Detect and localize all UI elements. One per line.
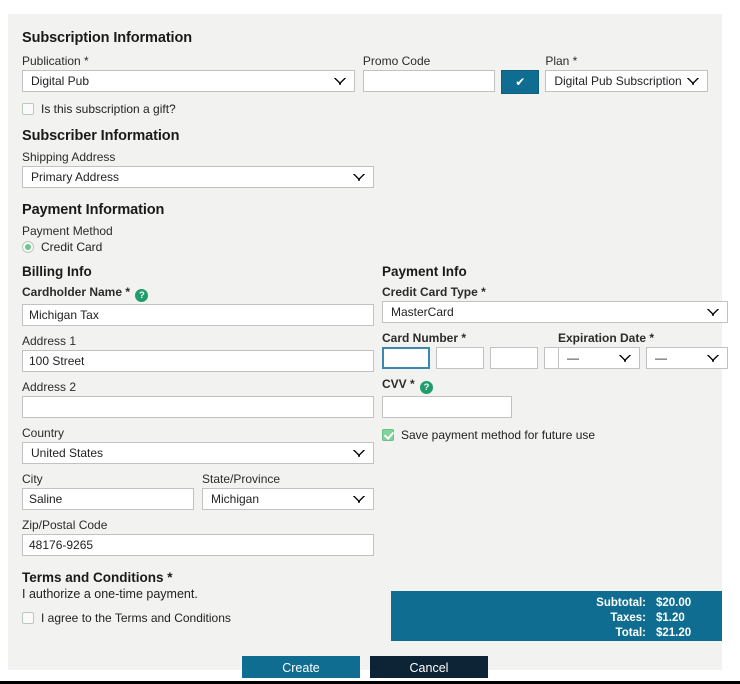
state-label: State/Province: [202, 472, 281, 486]
city-state-row: City State/Province Michigan: [22, 472, 374, 510]
state-select[interactable]: Michigan: [202, 488, 374, 510]
address1-group: Address 1: [22, 334, 374, 372]
create-button[interactable]: Create: [242, 656, 360, 678]
publication-field-group: Publication * Digital Pub: [22, 54, 355, 94]
cardholder-name-label-text: Cardholder Name *: [22, 285, 131, 299]
promo-field-group: Promo Code: [362, 54, 496, 94]
cardholder-name-group: Cardholder Name * ?: [22, 285, 374, 326]
taxes-label: Taxes:: [610, 612, 646, 624]
expiration-selects: — —: [558, 347, 728, 369]
zip-group: Zip/Postal Code: [22, 518, 374, 556]
shipping-address-label: Shipping Address: [22, 150, 116, 164]
promo-apply-wrap: ✔: [501, 54, 540, 94]
credit-card-radio[interactable]: [22, 241, 34, 253]
subscription-information-heading: Subscription Information: [22, 30, 192, 46]
plan-select[interactable]: Digital Pub Subscription Plan, $: [545, 70, 708, 92]
city-label: City: [22, 472, 43, 486]
subscriber-information-heading: Subscriber Information: [22, 128, 180, 144]
publication-select[interactable]: Digital Pub: [22, 70, 355, 92]
cardholder-name-label: Cardholder Name * ?: [22, 285, 374, 302]
country-label: Country: [22, 426, 65, 440]
save-payment-method-checkbox[interactable]: [382, 429, 394, 441]
subtotal-line: Subtotal: $20.00: [391, 596, 708, 611]
plan-label: Plan *: [545, 54, 578, 68]
gift-checkbox-row[interactable]: Is this subscription a gift?: [22, 102, 708, 116]
card-number-group: Card Number *: [382, 331, 592, 369]
subscription-fields-row: Publication * Digital Pub Promo Code ✔ P…: [22, 54, 708, 94]
address1-input[interactable]: [22, 350, 374, 372]
card-number-part-3[interactable]: [490, 347, 538, 369]
save-payment-method-label: Save payment method for future use: [401, 428, 596, 442]
billing-info-heading: Billing Info: [22, 264, 92, 279]
taxes-value: $1.20: [656, 612, 685, 624]
city-input[interactable]: [22, 488, 194, 510]
expiration-month-select[interactable]: —: [558, 347, 640, 369]
subtotal-label: Subtotal:: [596, 597, 646, 609]
cvv-label: CVV * ?: [382, 377, 512, 394]
country-group: Country United States: [22, 426, 374, 464]
expiration-date-label: Expiration Date *: [558, 331, 655, 345]
form-actions: Create Cancel: [22, 656, 708, 678]
card-number-inputs: [382, 347, 592, 369]
payment-method-label: Payment Method: [22, 224, 113, 238]
credit-card-type-label: Credit Card Type *: [382, 285, 486, 299]
gift-checkbox-label: Is this subscription a gift?: [41, 102, 176, 116]
gift-checkbox[interactable]: [22, 103, 34, 115]
country-select[interactable]: United States: [22, 442, 374, 464]
plan-field-group: Plan * Digital Pub Subscription Plan, $: [545, 54, 708, 94]
publication-label: Publication *: [22, 54, 89, 68]
address2-group: Address 2: [22, 380, 374, 418]
form-panel: Subscription Information Publication * D…: [8, 14, 728, 678]
card-number-part-1[interactable]: [382, 347, 430, 369]
help-icon[interactable]: ?: [135, 289, 149, 302]
zip-input[interactable]: [22, 534, 374, 556]
credit-card-radio-label: Credit Card: [41, 240, 103, 254]
taxes-line: Taxes: $1.20: [391, 611, 708, 626]
cvv-group: CVV * ?: [382, 377, 512, 418]
totals-panel: Subtotal: $20.00 Taxes: $1.20 Total: $21…: [391, 591, 722, 641]
credit-card-type-select[interactable]: MasterCard: [382, 301, 728, 323]
expiration-group: Expiration Date * — —: [558, 331, 728, 369]
zip-label: Zip/Postal Code: [22, 518, 108, 532]
subtotal-value: $20.00: [656, 597, 692, 609]
total-line: Total: $21.20: [391, 626, 708, 641]
card-number-label: Card Number *: [382, 331, 467, 345]
shipping-address-select[interactable]: Primary Address: [22, 166, 374, 188]
agree-terms-checkbox[interactable]: [22, 612, 34, 624]
shipping-address-group: Shipping Address Primary Address: [22, 150, 374, 188]
terms-and-conditions-heading: Terms and Conditions *: [22, 570, 173, 585]
cardholder-name-input[interactable]: [22, 304, 374, 326]
cancel-button[interactable]: Cancel: [370, 656, 488, 678]
promo-apply-button[interactable]: ✔: [501, 70, 540, 94]
billing-info-column: Billing Info Cardholder Name * ? Address…: [22, 264, 374, 556]
form-inner: Subscription Information Publication * D…: [22, 30, 728, 678]
subscription-form-page: Subscription Information Publication * D…: [0, 0, 740, 684]
promo-code-input[interactable]: [362, 70, 496, 92]
address1-label: Address 1: [22, 334, 77, 348]
save-payment-method-row[interactable]: Save payment method for future use: [382, 428, 728, 442]
promo-code-label: Promo Code: [362, 54, 431, 68]
cvv-label-text: CVV *: [382, 377, 415, 391]
payment-info-heading: Payment Info: [382, 264, 467, 279]
address2-label: Address 2: [22, 380, 77, 394]
cvv-input[interactable]: [382, 396, 512, 418]
total-label: Total:: [615, 627, 646, 639]
billing-payment-columns: Billing Info Cardholder Name * ? Address…: [22, 264, 728, 556]
payment-method-credit-card-row[interactable]: Credit Card: [22, 240, 708, 254]
payment-info-column: Payment Info Credit Card Type * MasterCa…: [382, 264, 728, 556]
agree-terms-label: I agree to the Terms and Conditions: [41, 611, 231, 625]
help-icon[interactable]: ?: [420, 381, 434, 394]
payment-information-heading: Payment Information: [22, 202, 165, 218]
state-group: State/Province Michigan: [202, 472, 374, 510]
card-number-part-2[interactable]: [436, 347, 484, 369]
city-group: City: [22, 472, 194, 510]
check-icon: ✔: [515, 75, 526, 89]
address2-input[interactable]: [22, 396, 374, 418]
payment-method-group: Payment Method Credit Card: [22, 224, 708, 254]
expiration-year-select[interactable]: —: [646, 347, 728, 369]
credit-card-type-group: Credit Card Type * MasterCard: [382, 285, 728, 323]
total-value: $21.20: [656, 627, 692, 639]
card-number-expiration-row: Card Number * Expiration Date * — —: [382, 331, 728, 369]
